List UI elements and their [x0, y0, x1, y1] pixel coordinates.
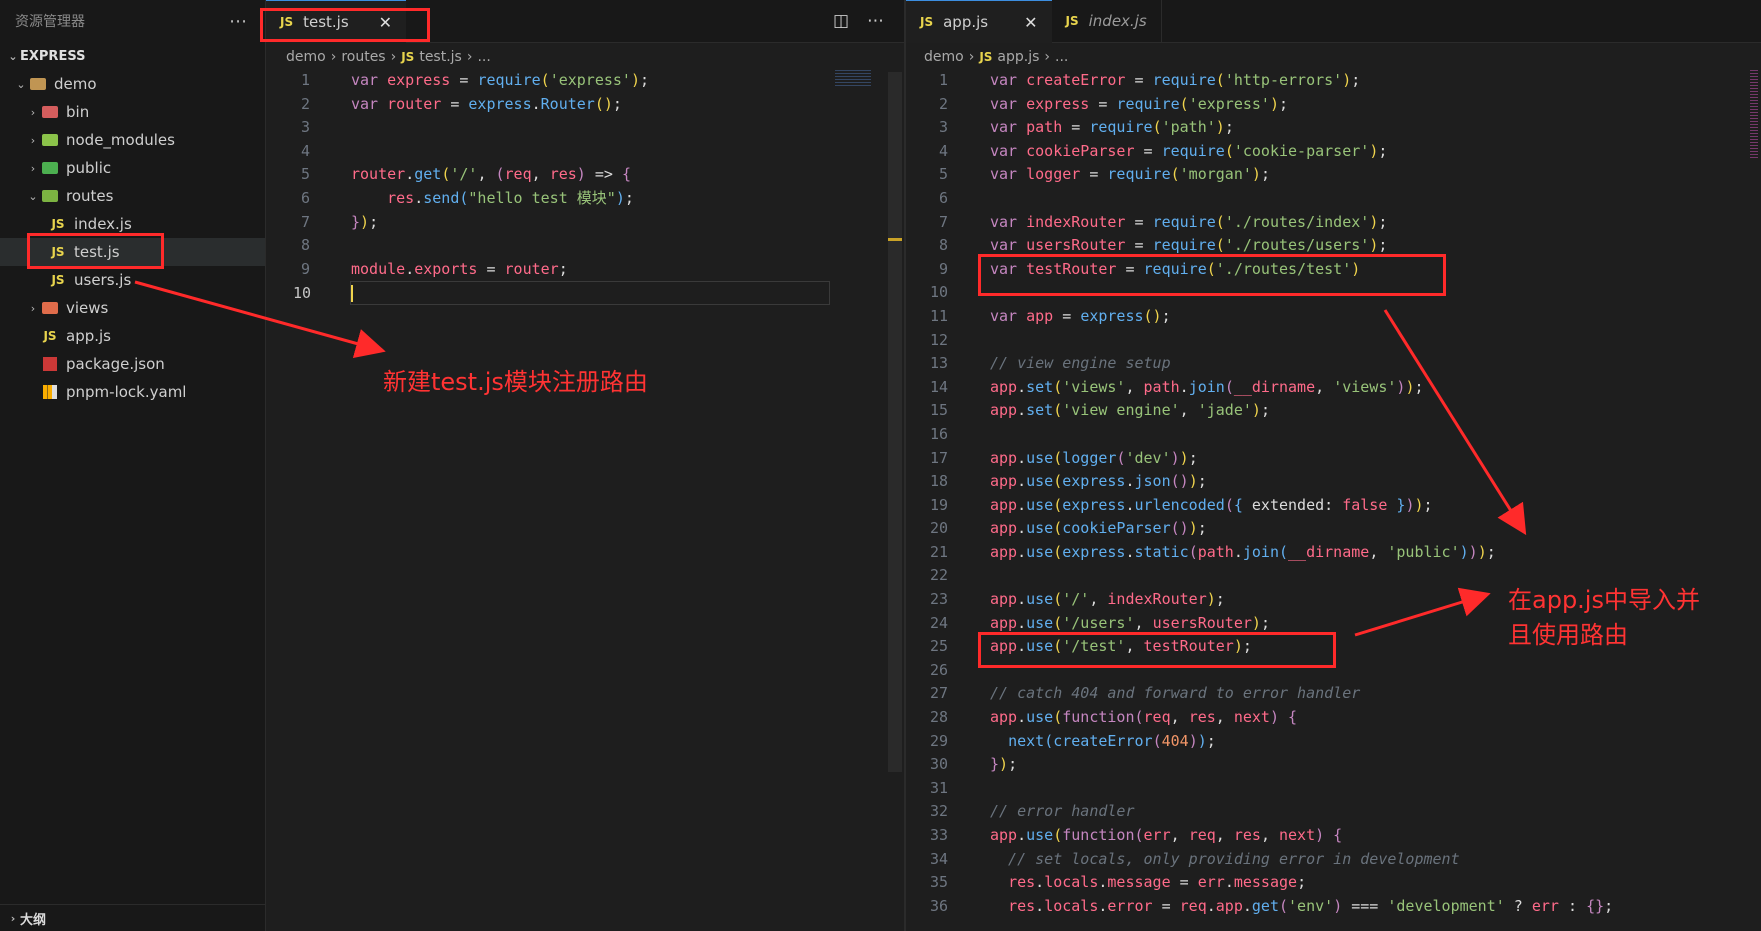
annotation-right-note-2: 且使用路由	[1508, 621, 1628, 649]
arrow-right	[1354, 587, 1491, 637]
arrow-down	[1383, 309, 1527, 536]
annotation-arrows	[134, 280, 1527, 637]
annotation-left-note: 新建test.js模块注册路由	[383, 368, 648, 396]
arrow-left	[134, 280, 386, 359]
annotation-right-note-1: 在app.js中导入并	[1508, 586, 1700, 614]
